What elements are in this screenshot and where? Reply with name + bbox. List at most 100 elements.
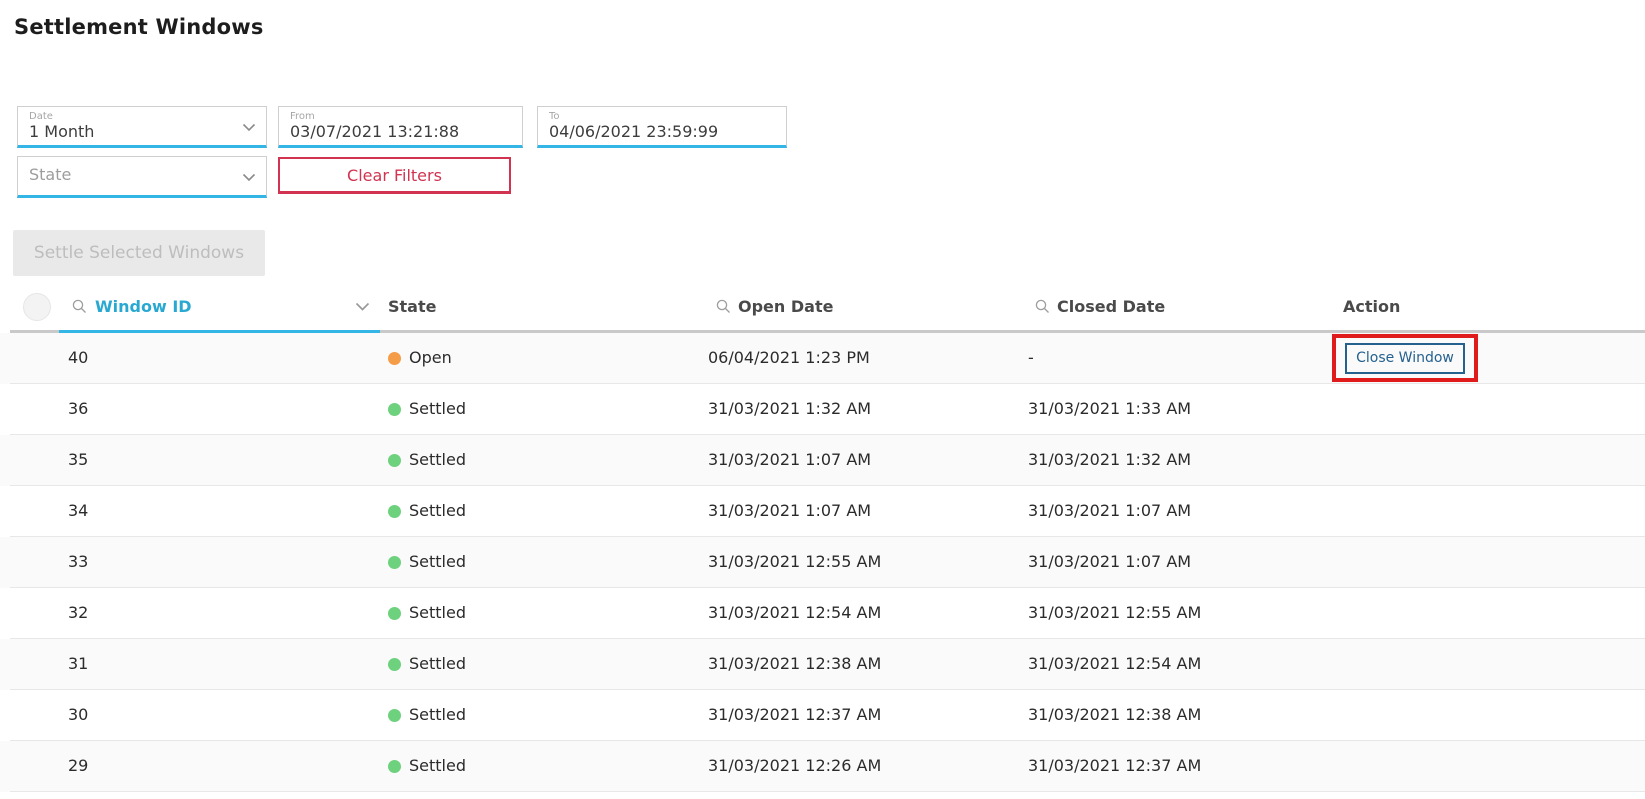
table-row[interactable]: 33 Settled 31/03/2021 12:55 AM 31/03/202… <box>0 537 1645 588</box>
state-cell: Settled <box>388 690 466 740</box>
chevron-down-icon <box>242 173 256 182</box>
state-cell: Settled <box>388 639 466 689</box>
column-header-label: Closed Date <box>1057 297 1165 316</box>
state-cell: Open <box>388 333 452 383</box>
column-header-state[interactable]: State <box>388 283 436 330</box>
settlement-windows-page: Settlement Windows Date 1 Month From 03/… <box>0 0 1645 799</box>
open-date-cell: 31/03/2021 12:26 AM <box>708 741 881 791</box>
state-filter-select[interactable]: State <box>17 156 267 198</box>
state-cell: Settled <box>388 741 466 791</box>
from-input-label: From <box>290 111 492 122</box>
search-icon[interactable] <box>1035 299 1050 314</box>
window-id-cell: 31 <box>68 639 88 689</box>
table-row[interactable]: 35 Settled 31/03/2021 1:07 AM 31/03/2021… <box>0 435 1645 486</box>
closed-date-cell: 31/03/2021 12:37 AM <box>1028 741 1201 791</box>
window-id-cell: 32 <box>68 588 88 638</box>
closed-date-cell: 31/03/2021 1:07 AM <box>1028 537 1191 587</box>
state-label: Open <box>409 333 452 383</box>
column-header-label: Open Date <box>738 297 833 316</box>
state-label: Settled <box>409 486 466 536</box>
table-row[interactable]: 32 Settled 31/03/2021 12:54 AM 31/03/202… <box>0 588 1645 639</box>
open-date-cell: 06/04/2021 1:23 PM <box>708 333 870 383</box>
state-label: Settled <box>409 741 466 791</box>
state-select-placeholder: State <box>29 165 71 184</box>
open-date-cell: 31/03/2021 1:07 AM <box>708 435 871 485</box>
state-dot-icon <box>388 607 401 620</box>
state-dot-icon <box>388 760 401 773</box>
window-id-cell: 29 <box>68 741 88 791</box>
page-title: Settlement Windows <box>14 15 264 39</box>
date-select-label: Date <box>29 111 236 122</box>
table-header: Window ID State Open Date Closed Date Ac… <box>0 283 1645 330</box>
date-range-select[interactable]: Date 1 Month <box>17 106 267 148</box>
window-id-cell: 30 <box>68 690 88 740</box>
state-dot-icon <box>388 556 401 569</box>
settle-selected-windows-button[interactable]: Settle Selected Windows <box>13 230 265 276</box>
to-input-label: To <box>549 111 756 122</box>
sort-direction-icon[interactable] <box>355 283 370 330</box>
state-dot-icon <box>388 454 401 467</box>
column-header-action: Action <box>1343 283 1400 330</box>
closed-date-cell: 31/03/2021 1:32 AM <box>1028 435 1191 485</box>
open-date-cell: 31/03/2021 1:32 AM <box>708 384 871 434</box>
state-label: Settled <box>409 435 466 485</box>
state-dot-icon <box>388 403 401 416</box>
from-input-value: 03/07/2021 13:21:88 <box>290 122 459 141</box>
window-id-cell: 36 <box>68 384 88 434</box>
column-header-label: State <box>388 297 436 316</box>
row-divider <box>10 791 1645 792</box>
state-dot-icon <box>388 352 401 365</box>
closed-date-cell: 31/03/2021 12:55 AM <box>1028 588 1201 638</box>
state-cell: Settled <box>388 486 466 536</box>
closed-date-cell: 31/03/2021 12:38 AM <box>1028 690 1201 740</box>
state-cell: Settled <box>388 435 466 485</box>
open-date-cell: 31/03/2021 12:55 AM <box>708 537 881 587</box>
closed-date-cell: 31/03/2021 1:33 AM <box>1028 384 1191 434</box>
to-date-input[interactable]: To 04/06/2021 23:59:99 <box>537 106 787 148</box>
state-cell: Settled <box>388 384 466 434</box>
state-label: Settled <box>409 588 466 638</box>
table-body: 40 Open 06/04/2021 1:23 PM - Close Windo… <box>0 333 1645 792</box>
search-icon[interactable] <box>72 299 87 314</box>
open-date-cell: 31/03/2021 12:54 AM <box>708 588 881 638</box>
table-row[interactable]: 29 Settled 31/03/2021 12:26 AM 31/03/202… <box>0 741 1645 792</box>
close-window-button[interactable]: Close Window <box>1345 343 1465 374</box>
chevron-down-icon <box>242 123 256 132</box>
column-header-closed-date[interactable]: Closed Date <box>1035 283 1165 330</box>
table-row[interactable]: 36 Settled 31/03/2021 1:32 AM 31/03/2021… <box>0 384 1645 435</box>
column-header-label: Window ID <box>95 297 192 316</box>
closed-date-cell: - <box>1028 333 1034 383</box>
state-dot-icon <box>388 709 401 722</box>
state-cell: Settled <box>388 537 466 587</box>
column-header-open-date[interactable]: Open Date <box>716 283 833 330</box>
state-cell: Settled <box>388 588 466 638</box>
clear-filters-button[interactable]: Clear Filters <box>278 157 511 194</box>
date-select-value: 1 Month <box>29 122 94 141</box>
state-label: Settled <box>409 384 466 434</box>
column-header-label: Action <box>1343 297 1400 316</box>
open-date-cell: 31/03/2021 1:07 AM <box>708 486 871 536</box>
state-label: Settled <box>409 639 466 689</box>
open-date-cell: 31/03/2021 12:37 AM <box>708 690 881 740</box>
window-id-cell: 34 <box>68 486 88 536</box>
action-cell: Close Window <box>1332 334 1478 382</box>
window-id-cell: 40 <box>68 333 88 383</box>
state-dot-icon <box>388 505 401 518</box>
open-date-cell: 31/03/2021 12:38 AM <box>708 639 881 689</box>
search-icon[interactable] <box>716 299 731 314</box>
closed-date-cell: 31/03/2021 12:54 AM <box>1028 639 1201 689</box>
closed-date-cell: 31/03/2021 1:07 AM <box>1028 486 1191 536</box>
state-label: Settled <box>409 690 466 740</box>
state-dot-icon <box>388 658 401 671</box>
table-row[interactable]: 34 Settled 31/03/2021 1:07 AM 31/03/2021… <box>0 486 1645 537</box>
column-header-window-id[interactable]: Window ID <box>72 283 192 330</box>
window-id-cell: 35 <box>68 435 88 485</box>
select-all-checkbox[interactable] <box>23 293 51 321</box>
state-label: Settled <box>409 537 466 587</box>
from-date-input[interactable]: From 03/07/2021 13:21:88 <box>278 106 523 148</box>
to-input-value: 04/06/2021 23:59:99 <box>549 122 718 141</box>
window-id-cell: 33 <box>68 537 88 587</box>
table-row[interactable]: 31 Settled 31/03/2021 12:38 AM 31/03/202… <box>0 639 1645 690</box>
table-row[interactable]: 30 Settled 31/03/2021 12:37 AM 31/03/202… <box>0 690 1645 741</box>
table-row[interactable]: 40 Open 06/04/2021 1:23 PM - Close Windo… <box>0 333 1645 384</box>
